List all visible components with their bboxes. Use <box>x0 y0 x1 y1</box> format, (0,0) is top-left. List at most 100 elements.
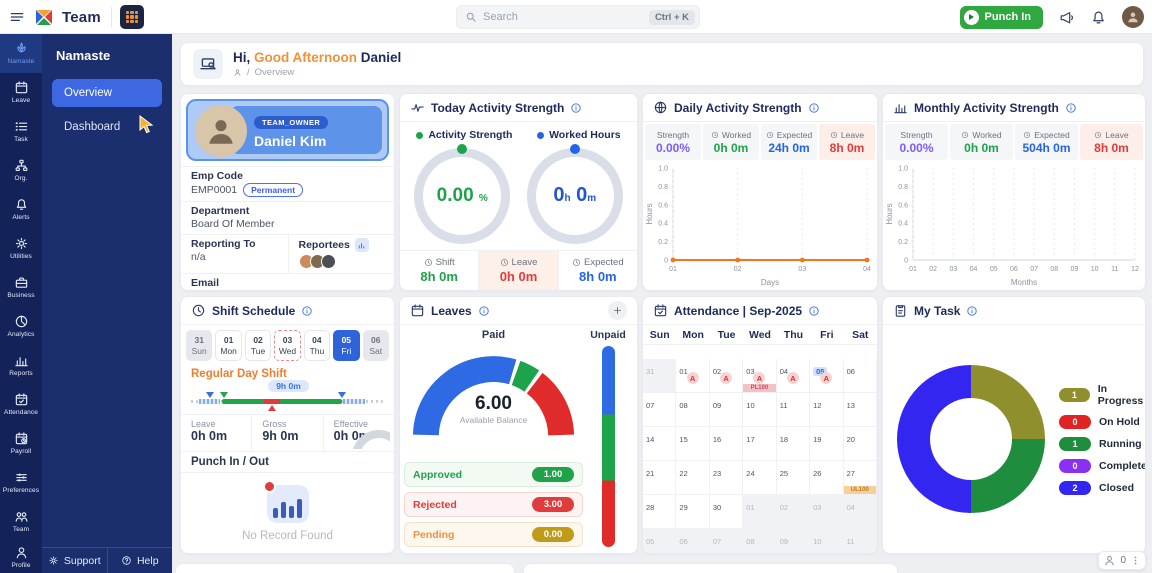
clock-icon <box>1094 131 1102 139</box>
sidebar-item-preferences[interactable]: Preferences <box>0 462 42 501</box>
sidebar-item-utilities[interactable]: Utilities <box>0 229 42 268</box>
calendar-cell[interactable]: 23 <box>710 461 743 495</box>
svg-text:10: 10 <box>1091 266 1099 273</box>
calendar-cell[interactable]: 09 <box>777 529 810 554</box>
add-leave-button[interactable] <box>608 301 627 320</box>
paid-label: Paid <box>404 329 583 341</box>
calendar-cell[interactable]: 28 <box>643 495 676 529</box>
day-chip-sun[interactable]: 31Sun <box>186 330 212 361</box>
notifications-icon[interactable] <box>1090 9 1107 26</box>
info-icon[interactable] <box>808 305 820 317</box>
reportees-avatars[interactable] <box>299 254 385 269</box>
calendar-cell[interactable]: 07 <box>710 529 743 554</box>
calendar-icon <box>410 303 425 318</box>
sidebar-item-business[interactable]: Business <box>0 268 42 307</box>
calendar-cell[interactable]: 24 <box>743 461 776 495</box>
calendar-cell[interactable]: 10 <box>810 529 843 554</box>
calendar-cell[interactable]: 29 <box>676 495 709 529</box>
info-icon[interactable] <box>966 305 978 317</box>
calendar-cell[interactable]: 07 <box>643 393 676 427</box>
announcements-icon[interactable] <box>1058 9 1075 26</box>
svg-text:09: 09 <box>1071 266 1079 273</box>
day-chip-fri[interactable]: 05Fri <box>333 330 359 361</box>
sidebar-item-team[interactable]: Team <box>0 501 42 540</box>
calendar-cell[interactable]: 22 <box>676 461 709 495</box>
calendar-cell[interactable]: 15 <box>676 427 709 461</box>
calendar-cell[interactable]: 19 <box>810 427 843 461</box>
calendar-cell[interactable]: 09 <box>710 393 743 427</box>
info-icon[interactable] <box>808 102 820 114</box>
calendar-cell[interactable]: 11 <box>777 393 810 427</box>
calendar-cell[interactable]: 20 <box>844 427 877 461</box>
sidebar-item-overview[interactable]: Overview <box>52 79 162 107</box>
calendar-cell[interactable]: 18 <box>777 427 810 461</box>
kebab-menu-icon[interactable] <box>1130 555 1141 566</box>
calendar-cell[interactable]: 02A <box>710 359 743 393</box>
punch-in-button[interactable]: Punch In <box>960 6 1043 29</box>
sidebar-item-analytics[interactable]: Analytics <box>0 307 42 346</box>
sidebar-item-profile[interactable]: Profile <box>0 540 42 573</box>
task-legend-label: In Progress <box>1098 383 1146 407</box>
info-icon[interactable] <box>301 305 313 317</box>
day-chip-sat[interactable]: 06Sat <box>363 330 389 361</box>
day-chip-thu[interactable]: 04Thu <box>304 330 330 361</box>
sidebar-item-attendance[interactable]: Attendance <box>0 385 42 424</box>
floating-widget[interactable]: 0 <box>1098 551 1146 570</box>
calendar-cell[interactable]: 04 <box>844 495 877 529</box>
calendar-cell[interactable]: 06 <box>676 529 709 554</box>
sidebar-item-namaste[interactable]: Namaste <box>0 34 42 73</box>
calendar-cell[interactable]: 14 <box>643 427 676 461</box>
sidebar-item-alerts[interactable]: Alerts <box>0 190 42 229</box>
calendar-cell[interactable]: 27UL100 <box>844 461 877 495</box>
calendar-cell[interactable]: 02 <box>777 495 810 529</box>
support-button[interactable]: Support <box>42 548 107 573</box>
calendar-cell[interactable]: 11 <box>844 529 877 554</box>
calendar-cell[interactable]: 08 <box>743 529 776 554</box>
calendar-cell[interactable]: 26 <box>810 461 843 495</box>
day-chip-mon[interactable]: 01Mon <box>215 330 241 361</box>
day-chip-tue[interactable]: 02Tue <box>245 330 271 361</box>
stat-worked: Worked0h 0m <box>703 124 759 160</box>
global-search[interactable]: Ctrl + K <box>456 5 700 29</box>
org-logo[interactable] <box>120 5 144 29</box>
calendar-cell[interactable]: 05A <box>810 359 843 393</box>
calendar-cell[interactable]: 31 <box>643 359 676 393</box>
calendar-cell[interactable]: 04A <box>777 359 810 393</box>
info-icon[interactable] <box>1065 102 1077 114</box>
calendar-cell[interactable]: 16 <box>710 427 743 461</box>
sidebar-item-reports[interactable]: Reports <box>0 346 42 385</box>
main-content: Hi, Good Afternoon Daniel / Overview TEA… <box>172 34 1152 573</box>
calendar-cell[interactable]: 03APL100 <box>743 359 776 393</box>
breadcrumb[interactable]: / Overview <box>233 67 401 78</box>
calendar-cell[interactable]: 25 <box>777 461 810 495</box>
day-chip-wed[interactable]: 03Wed <box>274 330 300 361</box>
sidebar-item-dashboard[interactable]: Dashboard <box>52 113 162 141</box>
sidebar-item-org[interactable]: Org. <box>0 151 42 190</box>
calendar-cell[interactable]: 05 <box>643 529 676 554</box>
calendar-cell[interactable]: 03 <box>810 495 843 529</box>
calendar-cell[interactable]: 10 <box>743 393 776 427</box>
calendar-cell[interactable]: 06 <box>844 359 877 393</box>
calendar-date: 12 <box>813 401 821 410</box>
calendar-cell[interactable]: 01 <box>743 495 776 529</box>
reportees-icon[interactable] <box>355 238 369 252</box>
menu-icon[interactable] <box>8 8 26 26</box>
gauge-dot <box>570 144 580 154</box>
sidebar-item-leave[interactable]: Leave <box>0 73 42 112</box>
sidebar-item-payroll[interactable]: Payroll <box>0 424 42 463</box>
calendar-cell[interactable]: 21 <box>643 461 676 495</box>
info-icon[interactable] <box>478 305 490 317</box>
calendar-cell[interactable]: 01A <box>676 359 709 393</box>
calendar-cell[interactable]: 17 <box>743 427 776 461</box>
calendar-cell[interactable]: 12 <box>810 393 843 427</box>
sidebar-item-task[interactable]: Task <box>0 112 42 151</box>
calendar-cell[interactable]: 08 <box>676 393 709 427</box>
help-button[interactable]: Help <box>107 548 173 573</box>
info-icon[interactable] <box>570 102 582 114</box>
search-input[interactable] <box>483 11 643 23</box>
brand-zone: Team <box>0 0 172 34</box>
user-avatar[interactable] <box>1122 6 1144 28</box>
clock-icon <box>500 258 509 267</box>
calendar-cell[interactable]: 30 <box>710 495 743 529</box>
calendar-cell[interactable]: 13 <box>844 393 877 427</box>
